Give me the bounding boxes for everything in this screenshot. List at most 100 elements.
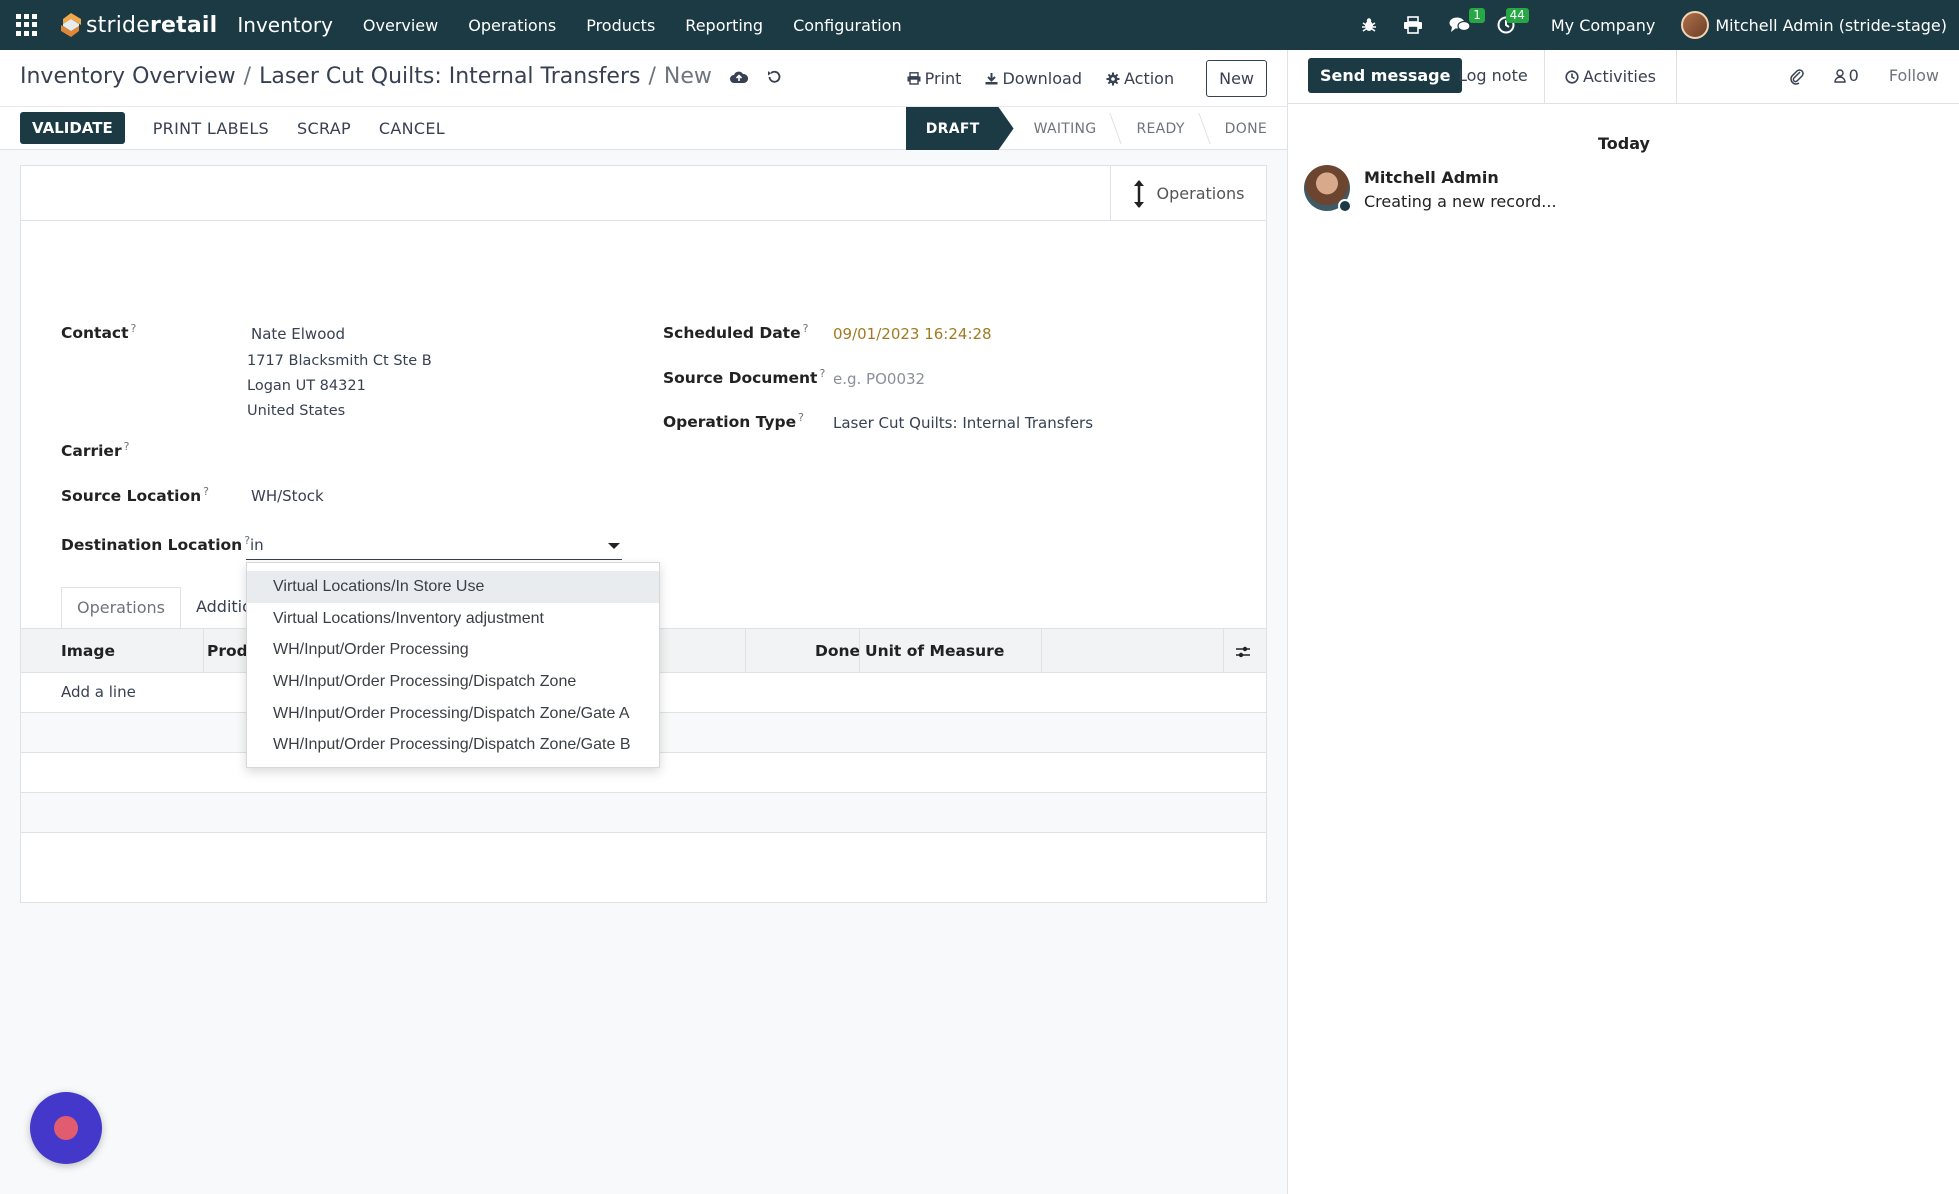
printer-icon[interactable] [1403,16,1423,34]
menu-operations[interactable]: Operations [468,16,556,35]
author-avatar[interactable] [1304,165,1352,213]
breadcrumb: Inventory Overview / Laser Cut Quilts: I… [20,64,782,89]
breadcrumb-current: New [663,64,712,89]
stride-logo-icon [61,13,81,37]
stage-ready[interactable]: READY [1116,107,1204,150]
gear-icon [1106,72,1120,85]
message-body: Creating a new record... [1364,192,1557,211]
app-name[interactable]: Inventory [237,13,333,37]
scheduled-date-value[interactable]: 09/01/2023 16:24:28 [833,325,992,343]
dropdown-option[interactable]: WH/Input/Order Processing/Dispatch Zone [247,666,659,698]
action-menu-button[interactable]: Action [1106,69,1174,88]
help-mark[interactable]: ? [203,485,209,498]
new-record-button[interactable]: New [1206,60,1267,97]
tab-operations[interactable]: Operations [61,587,181,629]
dropdown-caret-icon[interactable] [608,543,620,549]
column-divider [203,629,204,673]
print-icon [907,72,921,85]
systray: 1 44 My Company Mitchell Admin (stride-s… [1335,0,1947,50]
date-separator: Today [1598,134,1650,153]
dropdown-option[interactable]: WH/Input/Order Processing/Dispatch Zone/… [247,729,659,761]
carrier-label: Carrier? [61,440,130,461]
help-mark[interactable]: ? [803,322,809,335]
source-document-input[interactable]: e.g. PO0032 [833,370,925,388]
assistant-fab-button[interactable] [30,1092,102,1164]
contact-label: Contact? [61,322,137,343]
add-line-link[interactable]: Add a line [61,683,136,701]
messages-icon[interactable]: 1 [1449,8,1485,34]
followers-button[interactable]: 0 [1833,66,1859,85]
destination-location-input[interactable]: in [246,534,622,560]
print-button[interactable]: Print [907,69,962,88]
menu-reporting[interactable]: Reporting [685,16,763,35]
stage-waiting[interactable]: WAITING [1014,107,1117,150]
top-actions: Print Download Action New [883,60,1267,97]
brand-logo[interactable]: strideretail [60,12,217,38]
dropdown-option[interactable]: Virtual Locations/Inventory adjustment [247,603,659,635]
download-button[interactable]: Download [985,69,1082,88]
help-mark[interactable]: ? [131,322,137,335]
send-message-button[interactable]: Send message [1308,58,1463,93]
breadcrumb-root[interactable]: Inventory Overview [20,64,236,89]
optional-columns-icon[interactable] [1235,645,1251,659]
col-done[interactable]: Done [815,642,860,660]
operations-smart-button[interactable]: Operations [1110,166,1266,221]
help-mark[interactable]: ? [124,440,130,453]
scrap-button[interactable]: SCRAP [297,119,351,138]
clock-icon [1565,69,1579,84]
destination-autocomplete-dropdown: Virtual Locations/In Store Use Virtual L… [246,562,660,768]
stage-done[interactable]: DONE [1205,107,1287,150]
col-image[interactable]: Image [61,642,115,660]
validate-button[interactable]: VALIDATE [20,112,125,144]
messages-badge: 1 [1469,8,1485,23]
menu-overview[interactable]: Overview [363,16,438,35]
breadcrumb-parent[interactable]: Laser Cut Quilts: Internal Transfers [259,64,640,89]
dropdown-option[interactable]: WH/Input/Order Processing [247,634,659,666]
chatter-right-actions: 0 Follow [1760,66,1939,85]
table-row [21,793,1266,833]
activities-clock-icon[interactable]: 44 [1497,8,1529,34]
contact-name[interactable]: Nate Elwood [251,325,345,343]
address-line: United States [247,403,346,419]
log-note-button[interactable]: Log note [1458,66,1528,85]
brand-text: strideretail [86,12,218,38]
menu-products[interactable]: Products [586,16,655,35]
user-menu[interactable]: Mitchell Admin (stride-stage) [1681,11,1947,39]
address-line: 1717 Blacksmith Ct Ste B [247,353,432,369]
bug-icon[interactable] [1361,17,1377,33]
operations-smart-label: Operations [1156,184,1245,203]
follow-button[interactable]: Follow [1889,66,1939,85]
followers-count: 0 [1848,66,1859,85]
source-location-value[interactable]: WH/Stock [251,487,324,505]
save-cloud-icon[interactable] [729,70,748,84]
online-status-icon [1338,199,1352,213]
operation-type-value[interactable]: Laser Cut Quilts: Internal Transfers [833,414,1093,432]
print-label: Print [924,69,962,88]
print-labels-button[interactable]: PRINT LABELS [153,119,269,138]
user-name: Mitchell Admin (stride-stage) [1715,15,1947,35]
col-unit-of-measure[interactable]: Unit of Measure [865,642,1004,660]
cancel-button[interactable]: CANCEL [379,119,445,138]
discard-undo-icon[interactable] [766,69,782,85]
download-label: Download [1002,69,1082,88]
help-mark[interactable]: ? [798,411,804,424]
source-document-label: Source Document? [663,367,826,388]
apps-grid-icon[interactable] [16,14,42,36]
message-author[interactable]: Mitchell Admin [1364,168,1499,187]
activities-button[interactable]: Activities [1544,50,1677,103]
dropdown-option[interactable]: WH/Input/Order Processing/Dispatch Zone/… [247,698,659,730]
form-sheet: Operations Contact? Nate Elwood 1717 Bla… [20,165,1267,903]
company-switcher[interactable]: My Company [1551,16,1655,35]
source-location-label: Source Location? [61,485,210,506]
menu-configuration[interactable]: Configuration [793,16,902,35]
column-divider [1041,629,1042,673]
dropdown-option[interactable]: Virtual Locations/In Store Use [247,571,659,603]
vertical-arrows-icon [1133,179,1144,208]
top-navbar: strideretail Inventory Overview Operatio… [0,0,1959,50]
paperclip-icon[interactable] [1789,67,1804,85]
stage-draft[interactable]: DRAFT [905,107,1014,150]
breadcrumb-separator: / [648,64,656,89]
activities-label: Activities [1583,67,1656,86]
notebook-tabs: Operations Addition [61,587,278,629]
help-mark[interactable]: ? [819,367,825,380]
